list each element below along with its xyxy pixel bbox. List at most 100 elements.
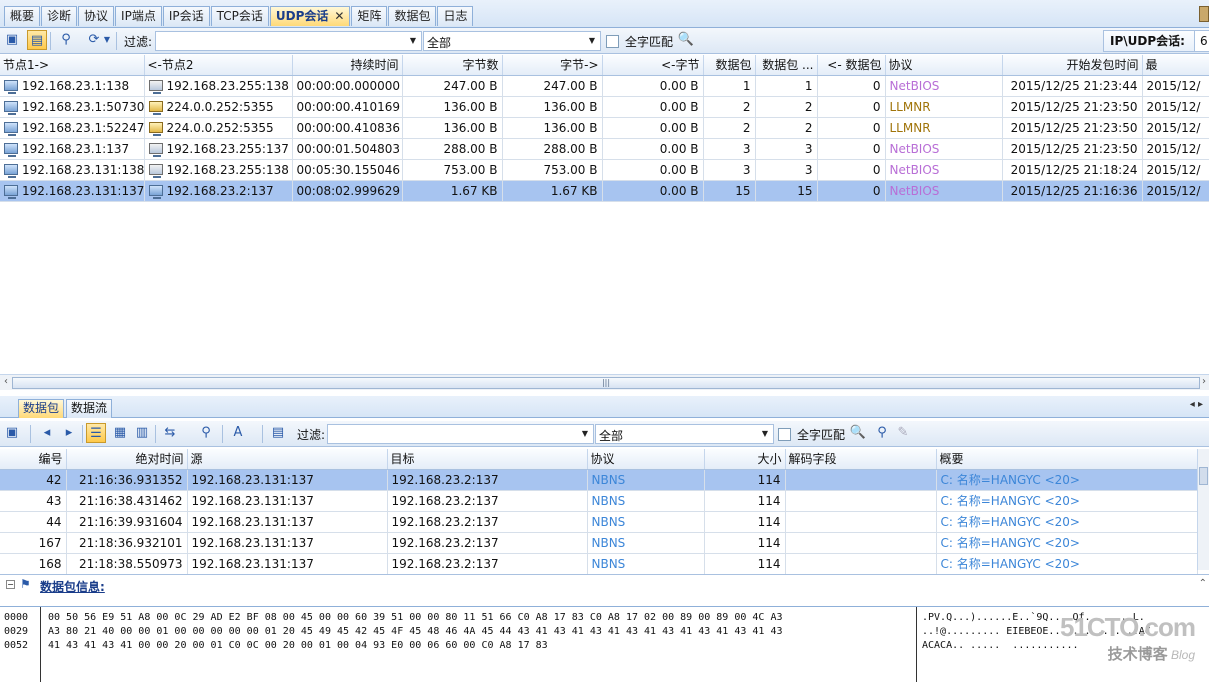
back-icon[interactable]: ◂ [37,423,57,443]
filter-input[interactable]: ▼ [155,31,422,51]
table-cell: 3 [755,138,818,160]
tab-8[interactable]: 数据包 [388,6,437,26]
table-row[interactable]: 192.168.23.131:137 192.168.23.2:137 00:08:… [0,180,1209,202]
packet-filter-scope-select[interactable]: 全部 ▼ [595,424,774,444]
table-cell: 2015/12/25 21:23:50 [1002,96,1143,118]
chevron-up-icon[interactable]: ⌃ [1199,578,1207,589]
table-row[interactable]: 167 21:18:36.932101 192.168.23.131:137 192.… [0,532,1198,554]
detail-view-icon[interactable]: ▦ [110,423,130,443]
chevron-down-icon[interactable]: ▼ [406,33,420,49]
view-mode-icon[interactable]: ▤ [27,30,47,50]
refresh-dropdown-icon[interactable]: ▼ [102,30,112,50]
filter-icon[interactable]: ⚲ [872,423,892,443]
column-header[interactable]: 字节-> [502,55,603,76]
column-header[interactable]: <- 数据包 [817,55,886,76]
host-icon [148,142,163,157]
tab-9[interactable]: 日志 [437,6,474,26]
chevron-down-icon[interactable]: ▼ [758,426,772,442]
column-header[interactable]: 目标 [387,449,588,470]
tab-4[interactable]: IP会话 [162,6,210,26]
tab-0[interactable]: 概要 [4,6,41,26]
refresh-icon[interactable]: ⟳ [84,30,104,50]
filter-icon[interactable]: ⚲ [196,423,216,443]
table-row[interactable]: 192.168.23.1:138 192.168.23.255:138 00:00:… [0,75,1209,97]
packets-vscrollbar[interactable] [1197,449,1209,570]
detail-tab-strip: 数据包 数据流 ◂ ▸ [0,396,1209,418]
search-icon[interactable]: 🔍 [676,30,696,50]
table-row[interactable]: 42 21:16:36.931352 192.168.23.131:137 192.1… [0,469,1198,491]
column-header[interactable]: <-节点2 [144,55,293,76]
table-cell: 247.00 B [502,75,603,97]
table-cell: 192.168.23.131:137 [0,180,145,202]
column-header[interactable]: 节点1-> [0,55,145,76]
clear-filter-icon[interactable]: ✎ [893,423,913,443]
chevron-down-icon[interactable]: ▼ [585,33,599,49]
tab-packets[interactable]: 数据包 [18,399,65,418]
tab-5[interactable]: TCP会话 [210,6,269,26]
table-cell: 0 [817,138,886,160]
search-icon[interactable]: 🔍 [848,423,868,443]
tab-6[interactable]: UDP会话 ✕ [269,6,351,26]
table-cell [785,490,937,512]
scroll-left-icon[interactable]: ‹ [1,376,11,387]
table-cell: NBNS [587,469,705,491]
table-cell: 224.0.0.252:5355 [144,117,293,139]
column-header[interactable]: 协议 [587,449,705,470]
tab-7[interactable]: 矩阵 [351,6,388,26]
column-header[interactable]: 持续时间 [292,55,403,76]
column-header[interactable]: 概要 [936,449,1198,470]
table-row[interactable]: 168 21:18:38.550973 192.168.23.131:137 192.… [0,553,1198,575]
table-row[interactable]: 192.168.23.1:50730 224.0.0.252:5355 00:00:… [0,96,1209,118]
forward-icon[interactable]: ▸ [59,423,79,443]
table-row[interactable]: 192.168.23.1:137 192.168.23.255:137 00:00:… [0,138,1209,160]
column-header[interactable]: 最 [1142,55,1209,76]
table-cell: 753.00 B [402,159,503,181]
table-row[interactable]: 192.168.23.131:138 192.168.23.255:138 00:0… [0,159,1209,181]
hex-dump-pane: 0000 0029 0052 00 50 56 E9 51 A8 00 0C 2… [0,606,1209,682]
table-row[interactable]: 43 21:16:38.431462 192.168.23.131:137 192.1… [0,490,1198,512]
table-row[interactable]: 44 21:16:39.931604 192.168.23.131:137 192.1… [0,511,1198,533]
table-row[interactable]: 192.168.23.1:52247 224.0.0.252:5355 00:00:… [0,117,1209,139]
decode-icon[interactable]: ⇆ [160,423,180,443]
scroll-right-icon[interactable]: › [1199,376,1209,387]
export-icon[interactable]: ▤ [268,423,288,443]
hex-view-icon[interactable]: ▥ [132,423,152,443]
scroll-thumb[interactable] [1199,467,1208,485]
save-icon[interactable]: ▣ [2,423,22,443]
close-icon[interactable]: ✕ [334,9,344,23]
sessions-hscrollbar[interactable]: ‹ ||| › [0,374,1209,390]
column-header[interactable]: 开始发包时间 [1002,55,1143,76]
chevron-down-icon[interactable]: ▼ [578,426,592,442]
tab-2[interactable]: 协议 [78,6,115,26]
column-header[interactable]: 编号 [0,449,67,470]
tab-nav-icon[interactable]: ◂ ▸ [1190,399,1203,410]
filter-scope-select[interactable]: 全部 ▼ [423,31,601,51]
scroll-thumb[interactable]: ||| [12,377,1200,389]
tab-flows[interactable]: 数据流 [66,399,113,418]
column-header[interactable]: 绝对时间 [66,449,188,470]
column-header[interactable]: 源 [187,449,388,470]
list-view-icon[interactable]: ☰ [86,423,106,443]
packet-filter-input[interactable]: ▼ [327,424,594,444]
host-icon [4,142,18,157]
font-icon[interactable]: A [228,423,248,443]
column-header[interactable]: 数据包 ... [755,55,818,76]
table-cell: 0.00 B [602,75,704,97]
column-header[interactable]: <-字节 [602,55,704,76]
column-header[interactable]: 协议 [885,55,1003,76]
column-header[interactable]: 数据包 [703,55,756,76]
column-header[interactable]: 解码字段 [785,449,937,470]
panel-menu-icon[interactable] [1199,6,1209,22]
tab-3[interactable]: IP端点 [115,6,162,26]
tab-1[interactable]: 诊断 [41,6,78,26]
filter-icon[interactable]: ⚲ [56,30,76,50]
column-header[interactable]: 大小 [704,449,786,470]
table-cell: 288.00 B [502,138,603,160]
collapse-icon[interactable]: − [6,580,15,589]
whole-word-checkbox[interactable] [606,35,619,48]
host-icon [4,163,18,178]
save-icon[interactable]: ▣ [2,30,22,50]
whole-word-checkbox[interactable] [778,428,791,441]
table-cell: 192.168.23.2:137 [387,553,588,575]
column-header[interactable]: 字节数 [402,55,503,76]
